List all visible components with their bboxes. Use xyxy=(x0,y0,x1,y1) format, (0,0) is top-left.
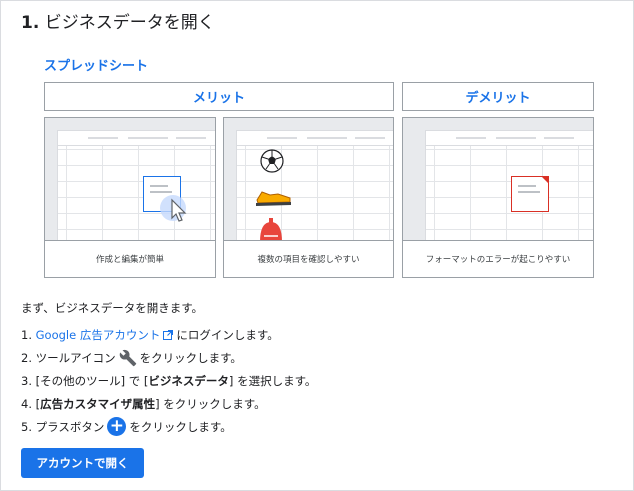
step-number: 2. xyxy=(21,350,32,365)
section-heading: 1. ビジネスデータを開く xyxy=(21,8,215,33)
step-text: [その他のツール] で [ xyxy=(35,373,149,388)
spreadsheet-illustration xyxy=(425,130,593,243)
error-cell-box xyxy=(511,176,549,212)
step-text: をクリックします。 xyxy=(129,419,232,434)
wrench-icon xyxy=(119,349,136,366)
sneaker-icon xyxy=(256,191,291,206)
menu-business-data: ビジネスデータ xyxy=(148,373,229,388)
step-text: ] をクリックします。 xyxy=(155,396,266,411)
menu-ad-customizer-attributes: 広告カスタマイザ属性 xyxy=(40,396,156,411)
merit-header: メリット xyxy=(44,82,394,111)
spreadsheet-subheading: スプレッドシート xyxy=(44,59,149,74)
step-text: ] を選択します。 xyxy=(228,373,317,388)
soccer-ball-icon xyxy=(260,149,284,173)
heading-number: 1. xyxy=(21,13,40,33)
card-illustration xyxy=(224,118,393,243)
spreadsheet-illustration xyxy=(57,130,215,243)
card-easy-edit: 作成と編集が簡単 xyxy=(44,117,216,278)
open-in-account-button[interactable]: アカウントで開く xyxy=(21,448,144,478)
cap-icon xyxy=(260,218,282,242)
intro-text: まず、ビジネスデータを開きます。 xyxy=(21,301,204,315)
step-3: 3. [その他のツール] で [ビジネスデータ] を選択します。 xyxy=(21,369,316,392)
card-caption: フォーマットのエラーが起こりやすい xyxy=(403,240,593,277)
card-caption: 作成と編集が簡単 xyxy=(45,240,215,277)
card-illustration xyxy=(403,118,593,243)
step-5: 5. プラスボタン + をクリックします。 xyxy=(21,415,316,438)
step-number: 4. xyxy=(21,396,32,411)
card-illustration xyxy=(45,118,215,243)
heading-text: ビジネスデータを開く xyxy=(44,13,215,33)
demerit-header: デメリット xyxy=(402,82,594,111)
step-text: をクリックします。 xyxy=(139,350,242,365)
step-number: 5. xyxy=(21,419,32,434)
google-ads-account-link[interactable]: Google 広告アカウント xyxy=(36,327,161,343)
step-number: 3. xyxy=(21,373,32,388)
card-caption: 複数の項目を確認しやすい xyxy=(224,240,393,277)
steps-list: 1. Google 広告アカウント にログインします。 2. ツールアイコン を… xyxy=(21,323,316,438)
step-1: 1. Google 広告アカウント にログインします。 xyxy=(21,323,316,346)
external-link-icon[interactable] xyxy=(163,329,174,340)
plus-circle-icon: + xyxy=(107,417,127,436)
step-text: プラスボタン xyxy=(35,419,105,434)
card-multi-items: 複数の項目を確認しやすい xyxy=(223,117,394,278)
step-text: ツールアイコン xyxy=(35,350,116,365)
cursor-icon xyxy=(160,195,187,222)
step-number: 1. xyxy=(21,327,32,342)
step-4: 4. [広告カスタマイザ属性] をクリックします。 xyxy=(21,392,316,415)
card-format-errors: フォーマットのエラーが起こりやすい xyxy=(402,117,594,278)
step-2: 2. ツールアイコン をクリックします。 xyxy=(21,346,316,369)
content-panel: 1. ビジネスデータを開く スプレッドシート メリット デメリット 作成と編集が… xyxy=(0,0,634,491)
step-text: にログインします。 xyxy=(176,327,279,342)
